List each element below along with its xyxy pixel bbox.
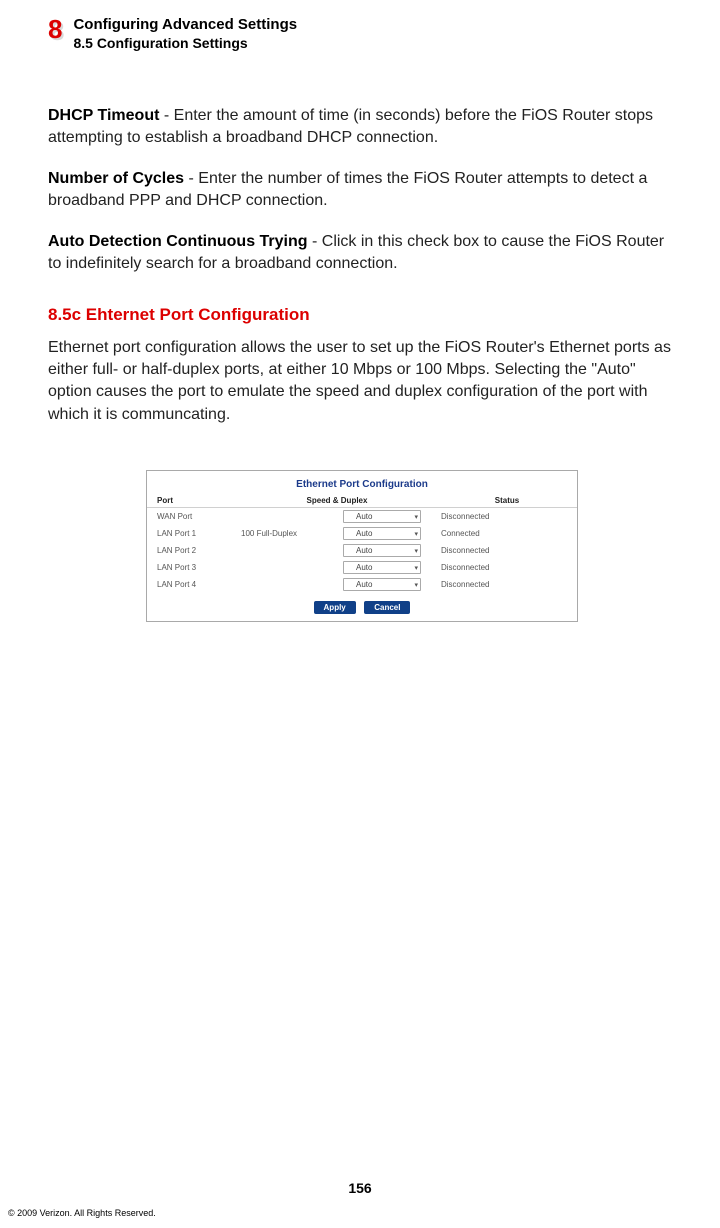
- status-cell: Connected: [437, 525, 577, 542]
- speed-duplex-select[interactable]: Auto ▾: [343, 527, 421, 540]
- speed-duplex-select[interactable]: Auto ▾: [343, 578, 421, 591]
- col-status: Status: [437, 494, 577, 508]
- port-cell: WAN Port: [147, 508, 237, 526]
- select-cell: Auto ▾: [327, 559, 437, 576]
- chevron-down-icon: ▾: [414, 513, 418, 521]
- select-value: Auto: [356, 512, 372, 521]
- content-area: DHCP Timeout - Enter the amount of time …: [0, 51, 720, 622]
- table-row: LAN Port 3 Auto ▾ Disconnected: [147, 559, 577, 576]
- table-row: LAN Port 4 Auto ▾ Disconnected: [147, 576, 577, 593]
- config-table-title: Ethernet Port Configuration: [147, 477, 577, 494]
- number-cycles-label: Number of Cycles: [48, 170, 184, 187]
- select-cell: Auto ▾: [327, 525, 437, 542]
- chapter-title: Configuring Advanced Settings: [73, 16, 297, 33]
- status-cell: Disconnected: [437, 508, 577, 526]
- select-cell: Auto ▾: [327, 542, 437, 559]
- chevron-down-icon: ▾: [414, 564, 418, 572]
- subsection-title: 8.5c Ehternet Port Configuration: [48, 305, 676, 325]
- status-cell: Disconnected: [437, 542, 577, 559]
- port-cell: LAN Port 4: [147, 576, 237, 593]
- table-row: WAN Port Auto ▾ Disconnected: [147, 508, 577, 526]
- select-value: Auto: [356, 529, 372, 538]
- paragraph-auto-detection: Auto Detection Continuous Trying - Click…: [48, 231, 676, 274]
- speed-duplex-select[interactable]: Auto ▾: [343, 510, 421, 523]
- status-cell: Disconnected: [437, 576, 577, 593]
- paragraph-number-cycles: Number of Cycles - Enter the number of t…: [48, 168, 676, 211]
- status-cell: Disconnected: [437, 559, 577, 576]
- cancel-button[interactable]: Cancel: [364, 601, 410, 614]
- speed-cell: [237, 542, 327, 559]
- speed-duplex-select[interactable]: Auto ▾: [343, 544, 421, 557]
- ethernet-config-table: Port Speed & Duplex Status WAN Port Auto ▾…: [147, 494, 577, 593]
- select-value: Auto: [356, 563, 372, 572]
- port-cell: LAN Port 1: [147, 525, 237, 542]
- ethernet-config-panel: Ethernet Port Configuration Port Speed &…: [146, 470, 578, 622]
- col-speed-duplex: Speed & Duplex: [237, 494, 437, 508]
- page-number: 156: [0, 1180, 720, 1196]
- chevron-down-icon: ▾: [414, 547, 418, 555]
- paragraph-dhcp-timeout: DHCP Timeout - Enter the amount of time …: [48, 105, 676, 148]
- page-header: 8 Configuring Advanced Settings 8.5 Conf…: [0, 0, 720, 51]
- auto-detection-label: Auto Detection Continuous Trying: [48, 233, 308, 250]
- dhcp-timeout-label: DHCP Timeout: [48, 107, 159, 124]
- chevron-down-icon: ▾: [414, 530, 418, 538]
- chapter-number: 8: [48, 14, 61, 45]
- speed-duplex-select[interactable]: Auto ▾: [343, 561, 421, 574]
- select-cell: Auto ▾: [327, 576, 437, 593]
- table-header-row: Port Speed & Duplex Status: [147, 494, 577, 508]
- speed-cell: [237, 559, 327, 576]
- section-title: 8.5 Configuration Settings: [73, 35, 297, 51]
- select-cell: Auto ▾: [327, 508, 437, 526]
- button-row: Apply Cancel: [147, 593, 577, 615]
- apply-button[interactable]: Apply: [314, 601, 356, 614]
- table-row: LAN Port 1100 Full-Duplex Auto ▾ Connected: [147, 525, 577, 542]
- port-cell: LAN Port 2: [147, 542, 237, 559]
- speed-cell: 100 Full-Duplex: [237, 525, 327, 542]
- copyright-text: © 2009 Verizon. All Rights Reserved.: [8, 1208, 156, 1218]
- select-value: Auto: [356, 580, 372, 589]
- table-row: LAN Port 2 Auto ▾ Disconnected: [147, 542, 577, 559]
- chevron-down-icon: ▾: [414, 581, 418, 589]
- col-port: Port: [147, 494, 237, 508]
- speed-cell: [237, 508, 327, 526]
- select-value: Auto: [356, 546, 372, 555]
- port-cell: LAN Port 3: [147, 559, 237, 576]
- header-text-block: Configuring Advanced Settings 8.5 Config…: [73, 14, 297, 51]
- ethernet-description: Ethernet port configuration allows the u…: [48, 337, 676, 427]
- speed-cell: [237, 576, 327, 593]
